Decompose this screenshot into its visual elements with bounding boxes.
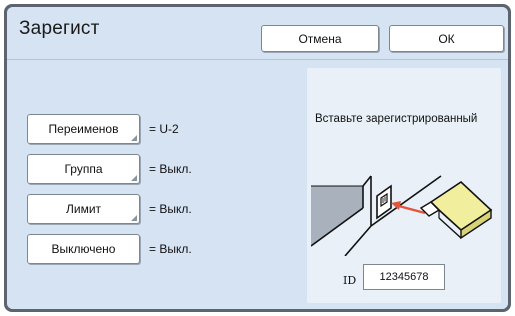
id-label: ID bbox=[343, 274, 357, 287]
usb-instruction-card: Вставьте зарегистрированный ID 12345678 bbox=[307, 68, 501, 303]
limit-button[interactable]: Лимит bbox=[27, 194, 140, 224]
dialog-header: Зарегист Отмена ОК bbox=[7, 7, 508, 60]
group-button[interactable]: Группа bbox=[27, 154, 140, 184]
disabled-button[interactable]: Выключено bbox=[27, 234, 140, 264]
id-field: 12345678 bbox=[363, 264, 445, 290]
ok-button[interactable]: ОК bbox=[389, 25, 504, 52]
page-title: Зарегист bbox=[19, 18, 100, 39]
group-value: = Выкл. bbox=[149, 162, 192, 176]
dialog-body: Переименов = U-2 Группа = Выкл. Лимит = … bbox=[7, 60, 508, 309]
setting-row-rename: Переименов = U-2 bbox=[27, 114, 267, 144]
usb-insert-icon bbox=[311, 175, 493, 256]
setting-row-limit: Лимит = Выкл. bbox=[27, 194, 267, 224]
rename-value: = U-2 bbox=[149, 122, 179, 136]
setting-row-disabled: Выключено = Выкл. bbox=[27, 234, 267, 264]
cancel-button[interactable]: Отмена bbox=[261, 25, 379, 52]
window-frame: Зарегист Отмена ОК Переименов = U-2 Груп… bbox=[4, 4, 511, 312]
insert-instruction: Вставьте зарегистрированный bbox=[315, 113, 478, 125]
rename-button[interactable]: Переименов bbox=[27, 114, 140, 144]
limit-value: = Выкл. bbox=[149, 202, 192, 216]
setting-row-group: Группа = Выкл. bbox=[27, 154, 267, 184]
dialog-panel: Зарегист Отмена ОК Переименов = U-2 Груп… bbox=[7, 7, 508, 309]
disabled-value: = Выкл. bbox=[149, 242, 192, 256]
